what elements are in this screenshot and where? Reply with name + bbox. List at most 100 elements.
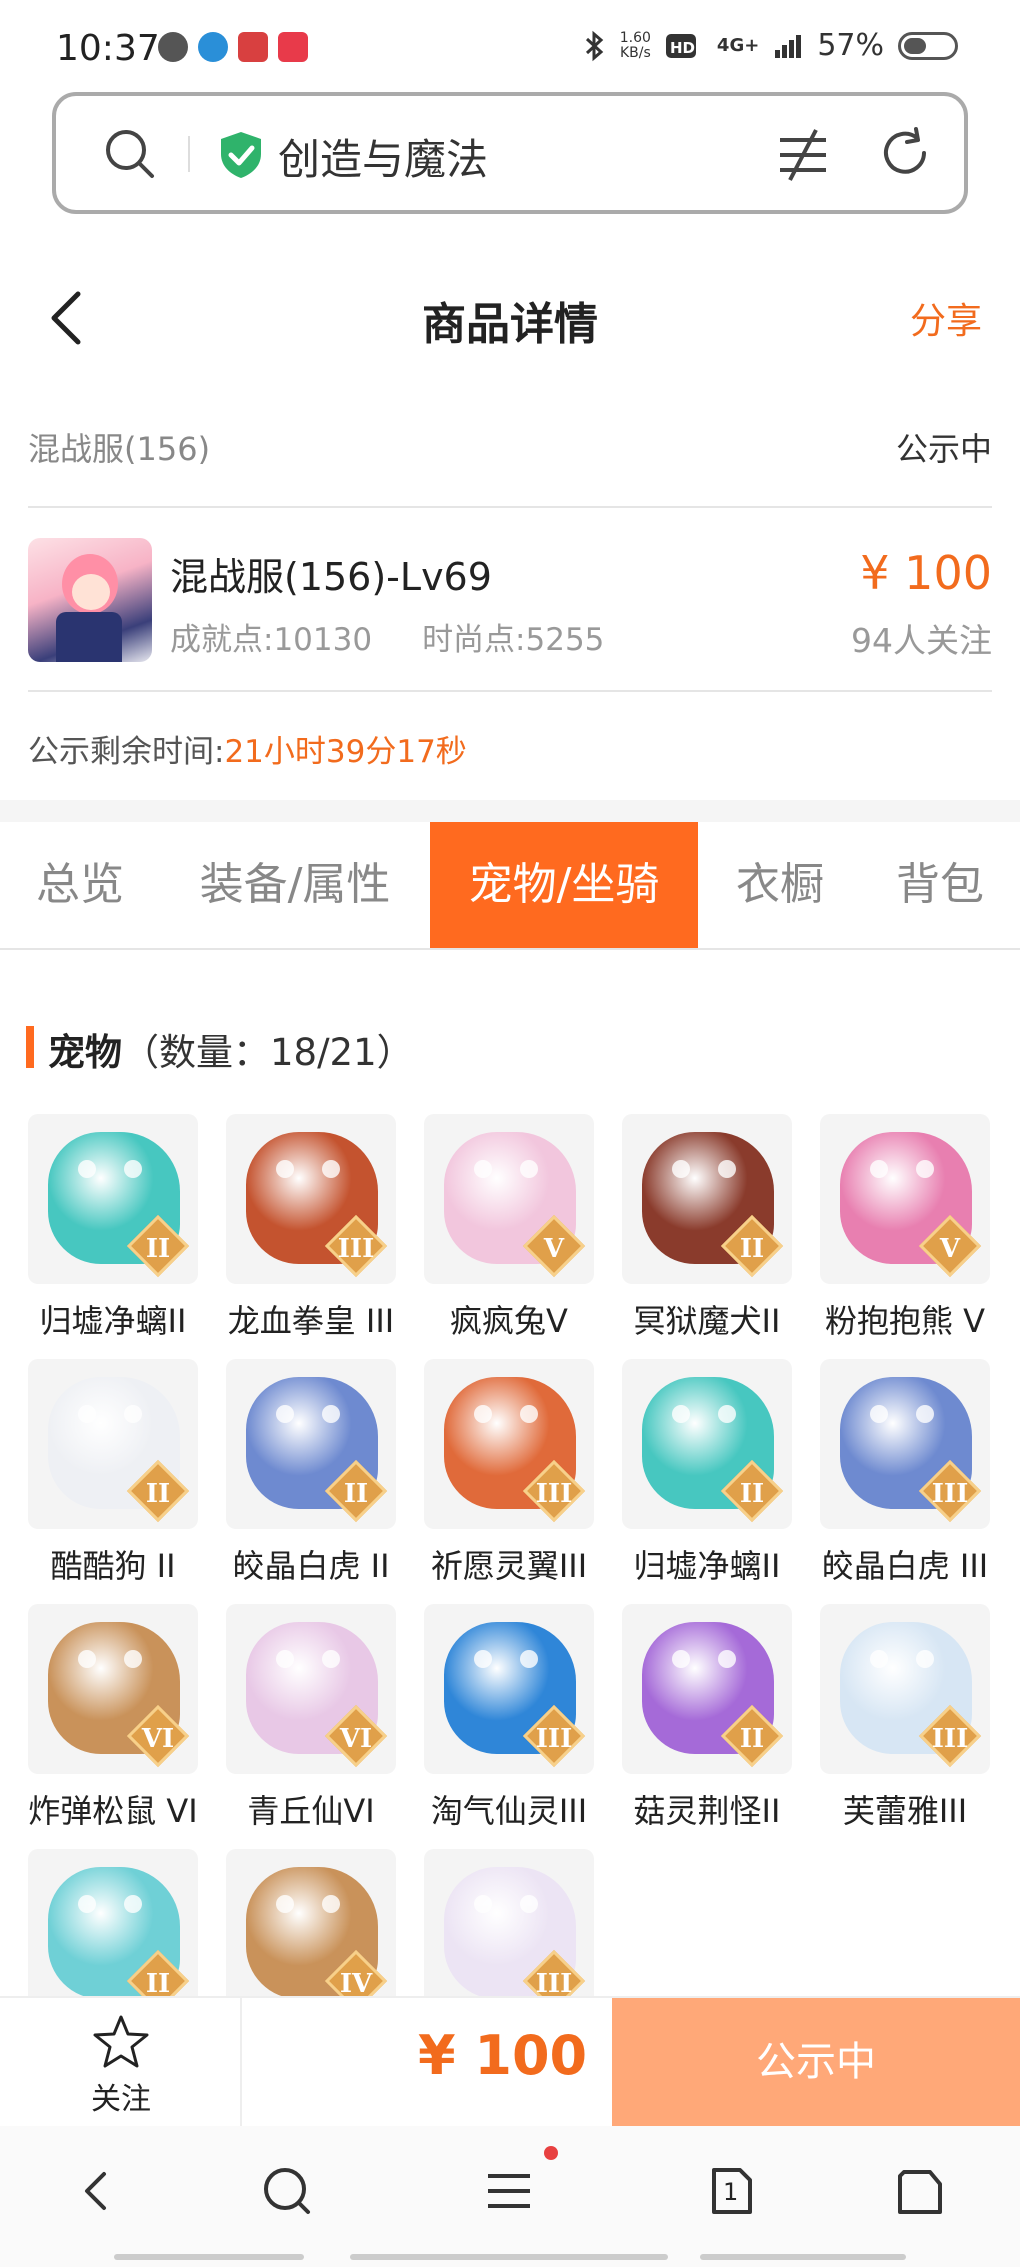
- listing-status: 公示中: [895, 430, 992, 468]
- notification-dot: [544, 2146, 558, 2160]
- pet-card[interactable]: V 疯疯兔V: [424, 1114, 594, 1354]
- pet-level: V: [939, 1234, 961, 1264]
- refresh-icon[interactable]: [876, 124, 934, 182]
- pet-name: 冥狱魔犬II: [633, 1302, 781, 1340]
- nav-search-icon[interactable]: [252, 2156, 322, 2226]
- pet-level: III: [931, 1724, 969, 1754]
- gesture-handle: [350, 2254, 668, 2260]
- pet-card[interactable]: III 龙血拳皇 III: [226, 1114, 396, 1354]
- tab-overview[interactable]: 总览: [0, 822, 160, 948]
- svg-text:HD: HD: [670, 39, 695, 57]
- nav-back-icon[interactable]: [62, 2156, 132, 2226]
- product-meta: 成就点:10130 时尚点:5255: [170, 614, 604, 659]
- pet-grid: II 归墟净螭II III 龙血拳皇 III V 疯疯兔V II 冥狱魔犬II V 粉抱抱熊 V I…: [28, 1114, 994, 1996]
- filter-icon[interactable]: [774, 126, 832, 184]
- pet-level: III: [535, 1479, 573, 1509]
- pet-level: III: [535, 1969, 573, 1996]
- pet-image: II: [28, 1359, 198, 1529]
- status-time: 10:37: [56, 28, 160, 69]
- pet-level: VI: [141, 1724, 175, 1754]
- bottom-price: ¥ 100: [418, 2024, 588, 2087]
- pet-card[interactable]: II 归墟净螭II: [622, 1359, 792, 1599]
- product-card[interactable]: 混战服(156)-Lv69 成就点:10130 时尚点:5255 ¥ 100 94…: [28, 510, 992, 692]
- star-icon[interactable]: [92, 2014, 150, 2070]
- pet-card[interactable]: II 菇灵荆怪II: [622, 1604, 792, 1844]
- remaining-time: 公示剩余时间:21小时39分17秒: [28, 726, 467, 771]
- pet-image: III: [424, 1849, 594, 1996]
- pets-title: 宠物: [48, 1031, 122, 1074]
- detail-tabs: 总览 装备/属性 宠物/坐骑 衣橱 背包: [0, 822, 1020, 950]
- pet-image: II: [622, 1604, 792, 1774]
- pet-image: II: [28, 1114, 198, 1284]
- pet-name: 归墟净螭II: [39, 1302, 187, 1340]
- pet-card[interactable]: III 芙蕾雅III: [820, 1604, 990, 1844]
- status-button[interactable]: 公示中: [612, 1998, 1020, 2126]
- pet-image: III: [226, 1114, 396, 1284]
- pet-card[interactable]: II 归墟净螭II: [28, 1114, 198, 1354]
- pet-card[interactable]: IV: [226, 1849, 396, 1996]
- pet-level: III: [931, 1479, 969, 1509]
- pet-level: II: [145, 1969, 171, 1996]
- pet-card[interactable]: III: [424, 1849, 594, 1996]
- pet-level: II: [145, 1479, 171, 1509]
- pet-card[interactable]: III 祈愿灵翼III: [424, 1359, 594, 1599]
- server-row: 混战服(156) 公示中: [28, 414, 992, 508]
- pet-level: V: [543, 1234, 565, 1264]
- pet-name: 祈愿灵翼III: [430, 1547, 588, 1585]
- product-price: ¥ 100: [860, 546, 992, 600]
- battery-percent: 57%: [817, 28, 884, 63]
- pet-image: V: [424, 1114, 594, 1284]
- tab-pets-mounts[interactable]: 宠物/坐骑: [430, 822, 698, 948]
- browser-address-bar[interactable]: 创造与魔法: [52, 92, 968, 214]
- pet-image: III: [820, 1604, 990, 1774]
- pet-card[interactable]: III 皎晶白虎 III: [820, 1359, 990, 1599]
- pet-card[interactable]: III 淘气仙灵III: [424, 1604, 594, 1844]
- pet-level: II: [343, 1479, 369, 1509]
- achievement-points: 成就点:10130: [170, 622, 373, 658]
- app-notification-icon: [238, 32, 268, 62]
- pet-card[interactable]: V 粉抱抱熊 V: [820, 1114, 990, 1354]
- url-text[interactable]: 创造与魔法: [278, 126, 488, 187]
- tab-equipment[interactable]: 装备/属性: [180, 822, 410, 948]
- pet-card[interactable]: VI 炸弹松鼠 VI: [28, 1604, 198, 1844]
- pet-name: 龙血拳皇 III: [227, 1302, 395, 1340]
- pet-card[interactable]: VI 青丘仙VI: [226, 1604, 396, 1844]
- menu-icon[interactable]: [474, 2156, 544, 2226]
- follow-button[interactable]: 关注: [0, 1998, 242, 2126]
- pet-name: 粉抱抱熊 V: [824, 1302, 986, 1340]
- section-divider: [0, 800, 1020, 822]
- tab-backpack[interactable]: 背包: [870, 822, 1010, 948]
- pet-name: 皎晶白虎 II: [232, 1547, 390, 1585]
- gesture-handle: [114, 2254, 304, 2260]
- pet-image: VI: [28, 1604, 198, 1774]
- server-name: 混战服(156): [28, 430, 211, 468]
- pet-card[interactable]: II: [28, 1849, 198, 1996]
- pet-image: II: [28, 1849, 198, 1996]
- pet-card[interactable]: II 皎晶白虎 II: [226, 1359, 396, 1599]
- app-notification-icon: [198, 32, 228, 62]
- pet-image: III: [424, 1359, 594, 1529]
- tab-wardrobe[interactable]: 衣橱: [710, 822, 850, 948]
- pet-level: III: [337, 1234, 375, 1264]
- network-type: 4G+: [716, 35, 760, 56]
- app-notification-icon: [278, 32, 308, 62]
- pet-name: 归墟净螭II: [633, 1547, 781, 1585]
- pet-name: 疯疯兔V: [450, 1302, 568, 1340]
- product-title: 混战服(156)-Lv69: [170, 555, 492, 599]
- share-button[interactable]: 分享: [910, 292, 982, 344]
- pet-level: II: [739, 1724, 765, 1754]
- pet-image: II: [226, 1359, 396, 1529]
- bluetooth-icon: [585, 30, 604, 61]
- pet-card[interactable]: II 冥狱魔犬II: [622, 1114, 792, 1354]
- pet-image: VI: [226, 1604, 396, 1774]
- home-icon[interactable]: [884, 2156, 954, 2226]
- follower-count: 94人关注: [851, 621, 992, 660]
- pet-name: 酷酷狗 II: [50, 1547, 176, 1585]
- remaining-value: 21小时39分17秒: [224, 734, 467, 770]
- search-icon[interactable]: [102, 126, 158, 182]
- status-bar: 10:37 1.60 KB/s HD 4G+ 57%: [0, 0, 1020, 90]
- battery-icon: [898, 31, 958, 60]
- pet-level: II: [145, 1234, 171, 1264]
- app-notification-icon: [158, 32, 188, 62]
- pet-card[interactable]: II 酷酷狗 II: [28, 1359, 198, 1599]
